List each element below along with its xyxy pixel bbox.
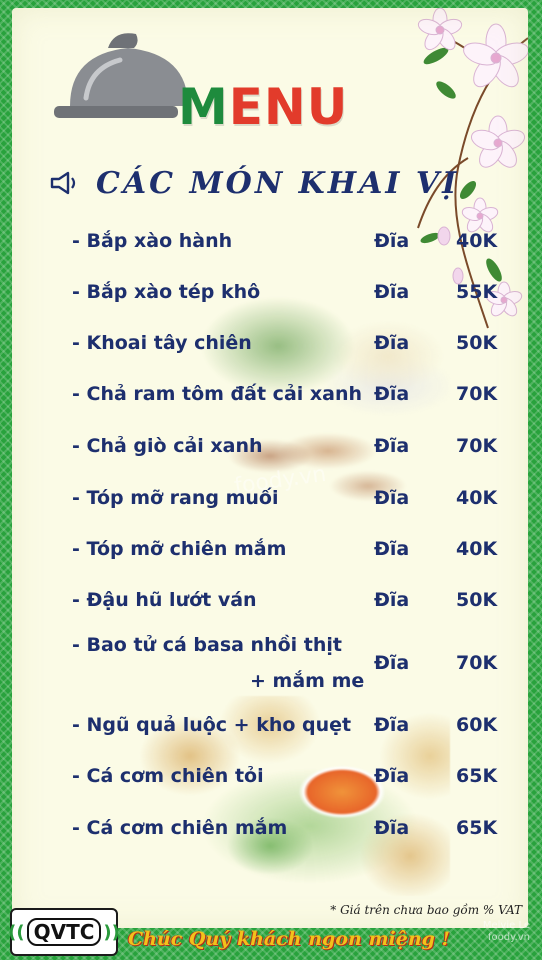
item-price: 50K (456, 332, 498, 354)
item-price: 55K (456, 281, 498, 303)
greeting-text: Chúc Quý khách ngon miệng ! (128, 928, 450, 950)
menu-item: - Chả giò cải xanh Đĩa 70K (72, 435, 512, 465)
speaker-icon (50, 171, 76, 195)
serving-cloche-icon (54, 33, 188, 118)
item-price: 50K (456, 589, 498, 611)
signal-left-icon: (( (8, 921, 25, 943)
menu-item: - Bắp xào hành Đĩa 40K (72, 230, 512, 260)
menu-item: - Ngũ quả luộc + kho quẹt Đĩa 60K (72, 714, 512, 744)
corner-watermark-name: Melvie Le (482, 920, 530, 931)
item-unit: Đĩa (374, 652, 410, 674)
menu-paper: MENU CÁC MÓN KHAI VỊ - Bắp xào hành Đĩa … (12, 8, 528, 928)
vat-note: * Giá trên chưa bao gồm % VAT (330, 903, 522, 917)
corner-watermark: Melvie Le foody.vn (483, 920, 530, 944)
item-name: - Bao tử cá basa nhồi thịt (72, 634, 342, 656)
item-unit: Đĩa (374, 817, 410, 839)
menu-item: - Tóp mỡ chiên mắm Đĩa 40K (72, 538, 512, 568)
item-unit: Đĩa (374, 332, 410, 354)
item-unit: Đĩa (374, 383, 410, 405)
item-price: 70K (456, 652, 498, 674)
item-unit: Đĩa (374, 765, 410, 787)
item-name-line2: + mắm me (250, 670, 365, 692)
item-name: - Cá cơm chiên tỏi (72, 765, 264, 787)
menu-item: - Bắp xào tép khô Đĩa 55K (72, 281, 512, 311)
item-unit: Đĩa (374, 487, 410, 509)
item-price: 65K (456, 765, 498, 787)
menu-item: - Cá cơm chiên mắm Đĩa 65K (72, 817, 512, 847)
menu-logo: MENU (50, 26, 347, 136)
menu-item: - Đậu hũ lướt ván Đĩa 50K (72, 589, 512, 619)
section-header: CÁC MÓN KHAI VỊ (50, 158, 459, 208)
menu-logo-text: MENU (178, 78, 349, 136)
item-name: - Cá cơm chiên mắm (72, 817, 288, 839)
menu-item: - Tóp mỡ rang muối Đĩa 40K (72, 487, 512, 517)
section-title: CÁC MÓN KHAI VỊ (96, 165, 460, 201)
item-price: 70K (456, 383, 498, 405)
item-unit: Đĩa (374, 714, 410, 736)
item-unit: Đĩa (374, 538, 410, 560)
item-unit: Đĩa (374, 435, 410, 457)
signal-right-icon: )) (103, 921, 120, 943)
item-price: 40K (456, 487, 498, 509)
item-name: - Chả giò cải xanh (72, 435, 263, 457)
menu-item: - Bao tử cá basa nhồi thịt + mắm me Đĩa … (72, 634, 512, 704)
item-name: - Ngũ quả luộc + kho quẹt (72, 714, 352, 736)
item-name: - Chả ram tôm đất cải xanh (72, 383, 363, 405)
item-unit: Đĩa (374, 589, 410, 611)
item-price: 70K (456, 435, 498, 457)
item-unit: Đĩa (374, 230, 410, 252)
item-name: - Bắp xào tép khô (72, 281, 261, 303)
qvtc-logo-text: QVTC (26, 918, 102, 946)
menu-item: - Cá cơm chiên tỏi Đĩa 65K (72, 765, 512, 795)
item-name: - Khoai tây chiên (72, 332, 252, 354)
item-price: 60K (456, 714, 498, 736)
menu-item: - Chả ram tôm đất cải xanh Đĩa 70K (72, 383, 512, 413)
item-unit: Đĩa (374, 281, 410, 303)
item-price: 40K (456, 230, 498, 252)
item-name: - Bắp xào hành (72, 230, 233, 252)
item-price: 40K (456, 538, 498, 560)
item-name: - Đậu hũ lướt ván (72, 589, 257, 611)
qvtc-logo: (( QVTC )) (8, 908, 120, 956)
menu-item: - Khoai tây chiên Đĩa 50K (72, 332, 512, 362)
item-price: 65K (456, 817, 498, 839)
corner-watermark-site: foody.vn (487, 932, 530, 943)
item-name: - Tóp mỡ chiên mắm (72, 538, 287, 560)
